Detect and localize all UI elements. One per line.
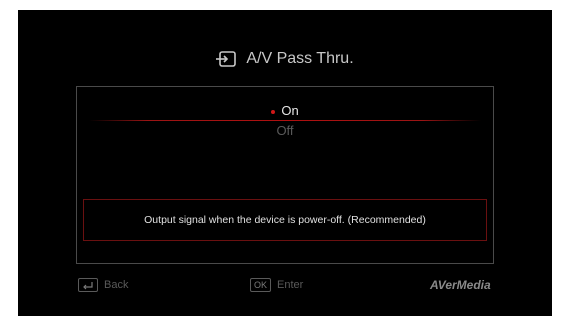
option-off[interactable]: Off [77,123,493,138]
brand-logo: AVerMedia [430,278,491,292]
menu-title: A/V Pass Thru. [18,50,552,68]
options-panel: On Off Output signal when the device is … [76,86,494,264]
option-off-label: Off [276,123,294,138]
option-on-label: On [281,103,299,118]
back-button[interactable]: Back [78,278,128,292]
description-box: Output signal when the device is power-o… [83,199,487,241]
ok-key-icon: OK [250,278,272,292]
selection-highlight-line [89,120,481,121]
back-label: Back [104,279,129,291]
enter-button[interactable]: OK Enter [250,278,303,292]
input-source-icon [216,51,237,67]
enter-label: Enter [277,279,304,291]
tv-screen: A/V Pass Thru. On Off Output signal when… [18,10,552,316]
description-text: Output signal when the device is power-o… [144,214,426,226]
back-key-icon [78,278,98,292]
menu-title-text: A/V Pass Thru. [246,50,354,67]
option-on[interactable]: On [77,103,493,118]
selected-bullet-icon [271,109,276,114]
